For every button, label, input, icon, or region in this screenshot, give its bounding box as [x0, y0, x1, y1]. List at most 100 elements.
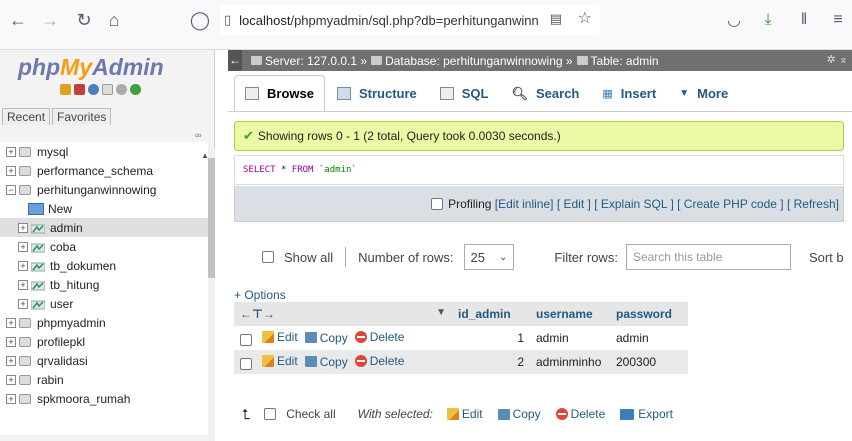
library-icon[interactable]: ‖ [792, 8, 816, 32]
tab-browse[interactable]: Browse [234, 75, 325, 111]
tree-item[interactable]: + profilepkl [0, 332, 208, 351]
expand-icon[interactable]: − [6, 184, 16, 195]
bulk-copy-button[interactable]: Copy [497, 407, 541, 421]
expand-icon[interactable]: + [18, 260, 28, 271]
tree-item[interactable]: + admin [0, 218, 208, 237]
settings-gear-icon[interactable] [116, 84, 127, 95]
home-icon[interactable]: ⌂ [100, 8, 128, 32]
tree-item[interactable]: + tb_hitung [0, 275, 208, 294]
expand-icon[interactable]: + [6, 336, 16, 347]
settings-gear-icon[interactable]: ✲ ⌅ [827, 53, 849, 66]
options-link[interactable]: + Options [234, 288, 286, 302]
expand-icon[interactable]: + [6, 146, 16, 157]
bookmark-star-icon[interactable]: ☆ [578, 8, 592, 28]
tab-favorites[interactable]: Favorites [52, 108, 112, 125]
cell-password[interactable]: 200300 [610, 350, 688, 374]
docs-icon[interactable] [102, 84, 113, 95]
link-icon[interactable]: ∞ [195, 130, 201, 140]
edit-row-button[interactable]: Edit [262, 330, 298, 344]
tree-item[interactable]: New [0, 199, 208, 218]
column-arrows[interactable]: ←⊤→ ▼ [234, 302, 452, 326]
breadcrumb-database[interactable]: Database: perhitunganwinnowing » [385, 54, 572, 68]
cell-id-admin[interactable]: 1 [452, 326, 530, 350]
download-icon[interactable]: ⤓ [756, 8, 780, 32]
reload-icon[interactable] [130, 84, 141, 95]
expand-icon[interactable]: + [6, 374, 16, 385]
cell-username[interactable]: adminminho [530, 350, 610, 374]
bulk-delete-button[interactable]: Delete [555, 407, 605, 421]
copy-row-button[interactable]: Copy [304, 355, 348, 369]
tree-item[interactable]: + performance_schema [0, 161, 208, 180]
tree-item[interactable]: + rabin [0, 370, 208, 389]
reader-view-icon[interactable]: ▤ [550, 11, 562, 27]
refresh-link[interactable]: [ Refresh] [787, 197, 839, 211]
tree-item[interactable]: + tb_dokumen [0, 256, 208, 275]
table-row[interactable]: Edit Copy Delete 2 adminminho 200300 [234, 350, 688, 374]
home-icon[interactable] [60, 84, 71, 95]
show-all-checkbox[interactable] [262, 251, 274, 263]
check-all-checkbox[interactable] [264, 408, 277, 420]
pocket-icon[interactable]: ◡ [722, 8, 746, 32]
tree-scrollbar[interactable] [208, 148, 215, 441]
explain-sql-link[interactable]: [ Explain SQL ] [594, 197, 674, 211]
tab-insert[interactable]: ▦ Insert [591, 75, 667, 111]
url-bar[interactable]: ▯ localhost/phpmyadmin/sql.php?db=perhit… [220, 5, 600, 35]
expand-icon[interactable]: + [6, 317, 16, 328]
shield-icon[interactable]: ◯ [186, 8, 214, 32]
phpmyadmin-logo[interactable]: phpMyAdmin [18, 54, 164, 81]
profiling-checkbox[interactable] [431, 197, 444, 210]
logout-icon[interactable] [74, 84, 85, 95]
create-php-link[interactable]: [ Create PHP code ] [677, 197, 784, 211]
tree-item[interactable]: + mysql [0, 142, 208, 161]
cell-password[interactable]: admin [610, 326, 688, 350]
delete-row-button[interactable]: Delete [354, 354, 404, 368]
tree-item[interactable]: + qrvalidasi [0, 351, 208, 370]
column-header-password[interactable]: password [610, 302, 688, 326]
tab-sql[interactable]: SQL [429, 75, 500, 111]
rows-select[interactable]: 25 ⌄ [463, 244, 515, 270]
tab-recent[interactable]: Recent [2, 108, 51, 125]
expand-icon[interactable]: + [18, 222, 28, 233]
edit-link[interactable]: [ Edit ] [557, 197, 591, 211]
bulk-edit-button[interactable]: Edit [446, 407, 483, 421]
row-checkbox[interactable] [240, 333, 252, 346]
tab-search[interactable]: 🔍︎ Search [501, 75, 591, 111]
sql-query-box[interactable]: SELECT * FROM `admin` [234, 155, 844, 185]
expand-icon[interactable]: + [18, 279, 28, 290]
tree-item[interactable]: + phpmyadmin [0, 313, 208, 332]
breadcrumb-table[interactable]: Table: admin [591, 54, 659, 68]
bulk-export-button[interactable]: Export [620, 407, 673, 421]
forward-arrow-icon[interactable]: → [36, 8, 64, 32]
arrows-icon[interactable]: ←⊤→ [240, 307, 275, 321]
edit-row-button[interactable]: Edit [262, 354, 298, 368]
collapse-arrow-icon[interactable]: ← [228, 50, 242, 71]
tree-item[interactable]: + coba [0, 237, 208, 256]
filter-search-input[interactable]: Search this table [625, 244, 791, 270]
copy-row-button[interactable]: Copy [304, 331, 348, 345]
column-header-id-admin[interactable]: id_admin [452, 302, 530, 326]
sort-dropdown-icon[interactable]: ▼ [436, 307, 446, 318]
cell-username[interactable]: admin [530, 326, 610, 350]
row-checkbox[interactable] [240, 357, 252, 370]
menu-icon[interactable]: ≡ [826, 8, 850, 32]
scrollbar-thumb[interactable] [208, 158, 215, 278]
reload-icon[interactable]: ↻ [70, 8, 98, 32]
back-arrow-icon[interactable]: ← [4, 8, 32, 32]
cell-id-admin[interactable]: 2 [452, 350, 530, 374]
breadcrumb-server[interactable]: Server: 127.0.0.1 » [265, 54, 367, 68]
check-all-label[interactable]: Check all [286, 407, 335, 421]
tree-item[interactable]: + user [0, 294, 208, 313]
tree-item[interactable]: + spkmoora_rumah [0, 389, 208, 408]
scroll-up-icon[interactable]: ▲ [201, 151, 209, 160]
help-icon[interactable] [88, 84, 99, 95]
table-row[interactable]: Edit Copy Delete 1 admin admin [234, 326, 688, 350]
expand-icon[interactable]: + [6, 165, 16, 176]
expand-icon[interactable]: + [6, 355, 16, 366]
tree-item[interactable]: − perhitunganwinnowing [0, 180, 208, 199]
tab-more[interactable]: ▼ More [668, 75, 739, 111]
delete-row-button[interactable]: Delete [354, 330, 404, 344]
edit-inline-link[interactable]: [Edit inline] [495, 197, 554, 211]
tab-structure[interactable]: Structure [326, 75, 428, 111]
expand-icon[interactable]: + [18, 241, 28, 252]
expand-icon[interactable]: + [6, 393, 16, 404]
